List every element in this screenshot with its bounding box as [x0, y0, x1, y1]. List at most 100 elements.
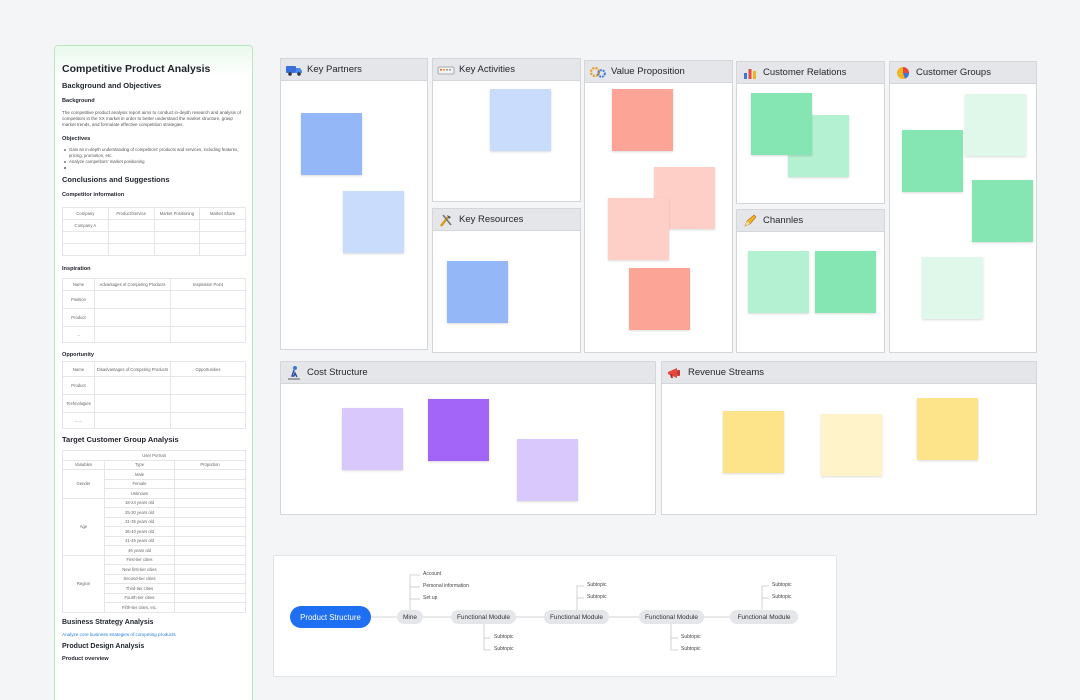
mindmap-node-mine[interactable]: Mine: [397, 610, 423, 624]
mindmap-leaf[interactable]: Subtopic: [772, 594, 791, 600]
table-row: Company A: [62, 219, 246, 232]
table-cell: [174, 554, 246, 565]
mindmap-leaf[interactable]: Subtopic: [494, 634, 513, 640]
frame-header: Value Proposition: [585, 61, 732, 83]
mindmap-node-module[interactable]: Functional Module: [544, 610, 609, 624]
competitor-table: Company Product/Service Market Positioni…: [62, 207, 246, 256]
table-cell: Second-tier cities: [104, 573, 175, 584]
frame-header: Key Resources: [433, 209, 580, 231]
table-cell: [170, 412, 246, 429]
frame-value-proposition[interactable]: Value Proposition: [584, 60, 733, 353]
sticky-note[interactable]: [517, 439, 578, 501]
frame-key-resources[interactable]: Key Resources: [432, 208, 581, 353]
table-cell: [174, 516, 246, 527]
table-cell: Company A: [62, 219, 109, 232]
table-header: Market Positioning: [153, 207, 201, 220]
frame-customer-relations[interactable]: Customer Relations: [736, 61, 885, 204]
sticky-note[interactable]: [490, 89, 551, 151]
sticky-note[interactable]: [612, 89, 673, 151]
table-cell: 25-30 years old: [104, 507, 175, 518]
sticky-note[interactable]: [748, 251, 809, 313]
table-row: Variables Type Proportion: [62, 459, 246, 470]
customer-table: User Portrait Variables Type Proportion Ge…: [62, 450, 246, 613]
mindmap-leaf[interactable]: Subtopic: [494, 646, 513, 652]
table-cell: [94, 412, 171, 429]
table-cell: Third-tier cities: [104, 583, 175, 594]
megaphone-icon: [666, 366, 684, 380]
table-row: Gender Male: [62, 469, 246, 499]
table-cell: [170, 326, 246, 343]
mindmap-leaf[interactable]: Personal information: [423, 583, 469, 589]
frame-header: Key Partners: [281, 59, 427, 81]
frame-key-partners[interactable]: Key Partners: [280, 58, 428, 350]
objectives-list: Gain an in-depth understanding of compet…: [62, 147, 245, 170]
sticky-note[interactable]: [447, 261, 508, 323]
table-cell: Gender: [62, 469, 105, 499]
table-header: Name: [62, 361, 95, 377]
mindmap-leaf[interactable]: Subtopic: [587, 594, 606, 600]
inspiration-table: Name Advantages of Competing Products Insp…: [62, 278, 246, 343]
sticky-note[interactable]: [723, 411, 784, 473]
frame-header: Cost Structure: [281, 362, 655, 384]
sticky-note[interactable]: [821, 414, 882, 476]
frame-header: Customer Relations: [737, 62, 884, 84]
sticky-note[interactable]: [815, 251, 876, 313]
worker-icon: [285, 365, 303, 380]
mindmap-leaf[interactable]: Subtopic: [681, 634, 700, 640]
sticky-note[interactable]: [917, 398, 978, 460]
document-panel[interactable]: Competitive Product Analysis Background …: [54, 45, 253, 700]
table-cell: Age: [62, 497, 105, 556]
mindmap-leaf[interactable]: Subtopic: [681, 646, 700, 652]
sticky-note[interactable]: [972, 180, 1033, 242]
mind-map[interactable]: Product Structure Mine Functional Module…: [273, 555, 837, 677]
frame-title: Key Resources: [459, 214, 524, 225]
mindmap-root-node[interactable]: Product Structure: [290, 606, 371, 628]
frame-title: Key Partners: [307, 64, 362, 75]
table-cell: 41-45 years old: [104, 535, 175, 546]
heading-background-objectives: Background and Objectives: [62, 81, 162, 90]
frame-revenue-streams[interactable]: Revenue Streams: [661, 361, 1037, 515]
table-cell: Fifth-tier cities, etc.: [104, 602, 175, 613]
sticky-note[interactable]: [301, 113, 362, 175]
business-strategy-link[interactable]: Analyze core business strategies of comp…: [62, 632, 245, 637]
mindmap-node-module[interactable]: Functional Module: [451, 610, 516, 624]
frame-title: Cost Structure: [307, 367, 368, 378]
sticky-note[interactable]: [902, 130, 963, 192]
mindmap-leaf[interactable]: Subtopic: [772, 582, 791, 588]
table-cell: [153, 231, 201, 244]
table-row: Company Product/Service Market Positioni…: [62, 207, 246, 220]
sticky-note[interactable]: [922, 257, 983, 319]
table-row: Technologies: [62, 394, 246, 413]
sticky-note[interactable]: [608, 198, 669, 260]
table-cell: [107, 231, 155, 244]
mindmap-leaf[interactable]: Set up: [423, 595, 437, 601]
mindmap-node-module[interactable]: Functional Module: [730, 610, 798, 624]
sticky-note[interactable]: [342, 408, 403, 470]
mindmap-node-module[interactable]: Functional Module: [639, 610, 704, 624]
heading-conclusions: Conclusions and Suggestions: [62, 175, 170, 184]
mindmap-leaf[interactable]: Account: [423, 571, 441, 577]
frame-cost-structure[interactable]: Cost Structure: [280, 361, 656, 515]
table-cell: [170, 308, 246, 327]
frame-customer-groups[interactable]: Customer Groups: [889, 61, 1037, 353]
sticky-note[interactable]: [629, 268, 690, 330]
heading-background: Background: [62, 98, 95, 104]
frame-key-activities[interactable]: Key Activities: [432, 58, 581, 202]
mindmap-leaf[interactable]: Subtopic: [587, 582, 606, 588]
sticky-note[interactable]: [965, 94, 1026, 156]
heading-business-strategy: Business Strategy Analysis: [62, 618, 154, 626]
table-cell: [174, 602, 246, 613]
frame-channels[interactable]: Channles: [736, 209, 885, 353]
table-cell: 18-24 years old: [104, 497, 175, 508]
table-cell: 46 years old: [104, 545, 175, 556]
table-cell: [94, 376, 171, 395]
heading-objectives: Objectives: [62, 136, 91, 142]
sticky-note[interactable]: [751, 93, 812, 155]
table-cell: [174, 592, 246, 603]
table-header: Company: [62, 207, 109, 220]
table-cell: [170, 376, 246, 395]
sticky-note[interactable]: [428, 399, 489, 461]
table-row: ......: [62, 412, 246, 429]
sticky-note[interactable]: [343, 191, 404, 253]
document-title: Competitive Product Analysis: [62, 63, 211, 75]
